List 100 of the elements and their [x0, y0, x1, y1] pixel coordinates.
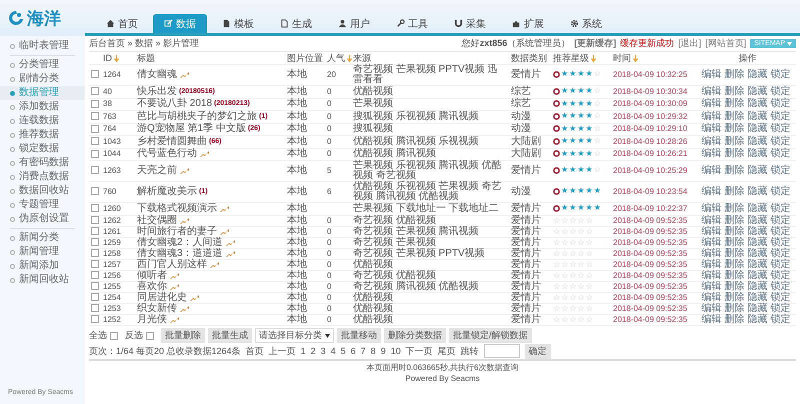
star-rating[interactable]: ★★★★☆	[553, 111, 601, 121]
sidebar-item[interactable]: 新闻管理	[0, 245, 85, 259]
action-link[interactable]: 删除	[724, 226, 744, 236]
action-link[interactable]: 删除	[724, 202, 744, 214]
nav-tab[interactable]: 首页	[95, 14, 149, 33]
action-link[interactable]: 编辑	[702, 314, 722, 324]
nav-tab[interactable]: 采集	[443, 14, 497, 33]
action-link[interactable]: 隐藏	[748, 69, 768, 80]
row-checkbox[interactable]	[91, 124, 99, 133]
row-checkbox[interactable]	[91, 137, 99, 146]
star-rating[interactable]: ★★★★☆	[553, 148, 601, 158]
sidebar-item[interactable]: 专题管理	[0, 198, 85, 212]
star-icon[interactable]: ★	[561, 86, 568, 96]
action-link[interactable]: 锁定	[770, 148, 790, 160]
action-link[interactable]: 隐藏	[748, 248, 768, 258]
star-icon[interactable]: ★	[594, 186, 601, 196]
action-link[interactable]: 删除	[724, 214, 744, 226]
action-link[interactable]: 隐藏	[748, 186, 768, 197]
sidebar-item[interactable]: 数据管理	[0, 86, 85, 100]
nav-tab[interactable]: 用户	[327, 14, 381, 33]
star-icon[interactable]: ★	[577, 136, 585, 146]
sidebar-item[interactable]: 推荐数据	[0, 128, 85, 142]
nav-tab[interactable]: 扩展	[501, 14, 555, 33]
batch-button[interactable]: 批量锁定/解锁数据	[449, 328, 532, 343]
sort-arrow-icon[interactable]	[114, 54, 119, 62]
action-link[interactable]: 删除	[724, 69, 744, 80]
star-icon[interactable]: ★	[569, 69, 576, 80]
action-link[interactable]: 删除	[724, 302, 744, 314]
action-link[interactable]: 隐藏	[748, 292, 768, 302]
title-link[interactable]: 织女新传	[137, 304, 177, 314]
sidebar-item[interactable]: 分类管理	[0, 58, 85, 72]
action-link[interactable]: 删除	[724, 258, 744, 270]
action-link[interactable]: 隐藏	[748, 110, 768, 122]
action-link[interactable]: 隐藏	[748, 86, 768, 97]
action-link[interactable]: 编辑	[702, 165, 722, 176]
star-icon[interactable]: ★	[586, 165, 593, 176]
sidebar-item[interactable]: 消费点数据	[0, 170, 85, 184]
action-link[interactable]: 隐藏	[748, 280, 768, 292]
action-link[interactable]: 锁定	[770, 202, 790, 214]
star-icon[interactable]: ★	[569, 186, 576, 196]
action-link[interactable]: 编辑	[702, 202, 722, 214]
star-icon[interactable]: ★	[577, 69, 585, 80]
action-link[interactable]: 编辑	[702, 148, 722, 160]
action-link[interactable]: 删除	[724, 86, 744, 97]
sidebar-item[interactable]: 添加数据	[0, 100, 85, 114]
star-rating[interactable]: ★★★★☆	[553, 98, 601, 108]
action-link[interactable]: 编辑	[702, 69, 722, 80]
title-link[interactable]: 代号蓝色行动	[137, 149, 197, 160]
refresh-cache-link[interactable]: [更新缓存]	[574, 37, 616, 50]
action-link[interactable]: 锁定	[770, 110, 790, 122]
nav-tab[interactable]: 系统	[559, 14, 613, 33]
row-checkbox[interactable]	[91, 70, 99, 78]
star-icon[interactable]: ★	[586, 136, 593, 146]
action-link[interactable]: 删除	[724, 148, 744, 160]
star-icon[interactable]: ★	[569, 111, 576, 121]
page-link[interactable]: 2	[310, 346, 316, 356]
action-link[interactable]: 删除	[724, 136, 744, 147]
action-link[interactable]: 删除	[724, 110, 744, 122]
sidebar-item[interactable]: 有密码数据	[0, 156, 85, 170]
row-checkbox[interactable]	[91, 112, 99, 120]
star-icon[interactable]: ★	[569, 136, 576, 146]
star-icon[interactable]: ★	[561, 124, 568, 134]
star-icon[interactable]: ★	[586, 98, 593, 108]
page-input[interactable]	[484, 344, 520, 358]
batch-button[interactable]: 批量生成	[208, 328, 252, 343]
star-icon[interactable]: ★	[561, 136, 568, 146]
action-link[interactable]: 隐藏	[748, 270, 768, 280]
action-link[interactable]: 锁定	[770, 314, 790, 324]
title-link[interactable]: 倩女幽魂	[137, 70, 177, 80]
title-link[interactable]: 快乐出发	[137, 86, 177, 97]
action-link[interactable]: 隐藏	[748, 148, 768, 160]
page-link[interactable]: 3	[320, 346, 326, 356]
star-icon[interactable]: ★	[561, 69, 568, 80]
batch-button[interactable]: 删除分类数据	[384, 328, 446, 343]
action-link[interactable]: 删除	[724, 236, 744, 248]
star-icon[interactable]: ★	[586, 69, 593, 80]
action-link[interactable]: 锁定	[770, 280, 790, 292]
action-link[interactable]: 编辑	[702, 136, 722, 147]
page-link[interactable]: 1	[300, 346, 306, 356]
action-link[interactable]: 删除	[724, 248, 744, 258]
star-icon[interactable]: ★	[561, 98, 568, 108]
star-icon[interactable]: ★	[586, 186, 593, 196]
sidebar-item[interactable]: 锁定数据	[0, 142, 85, 156]
action-link[interactable]: 编辑	[702, 110, 722, 122]
action-link[interactable]: 隐藏	[748, 258, 768, 270]
row-checkbox[interactable]	[91, 204, 99, 212]
title-link[interactable]: 天亮之前	[137, 166, 177, 176]
action-link[interactable]: 删除	[724, 270, 744, 280]
action-link[interactable]: 隐藏	[748, 123, 768, 134]
star-icon[interactable]: ★	[561, 165, 568, 176]
title-link[interactable]: 游Q宠物屋 第1季 中文版	[137, 124, 246, 134]
title-link[interactable]: 喜欢你	[137, 282, 167, 292]
star-rating[interactable]: ★★★★☆	[553, 136, 601, 146]
sidebar-item[interactable]: 伪原创设置	[0, 212, 85, 226]
action-link[interactable]: 锁定	[770, 69, 790, 80]
action-link[interactable]: 隐藏	[748, 302, 768, 314]
action-link[interactable]: 锁定	[770, 302, 790, 314]
page-link[interactable]: 9	[380, 346, 386, 356]
checkbox[interactable]	[146, 332, 154, 340]
sort-arrow-icon[interactable]	[633, 54, 638, 62]
